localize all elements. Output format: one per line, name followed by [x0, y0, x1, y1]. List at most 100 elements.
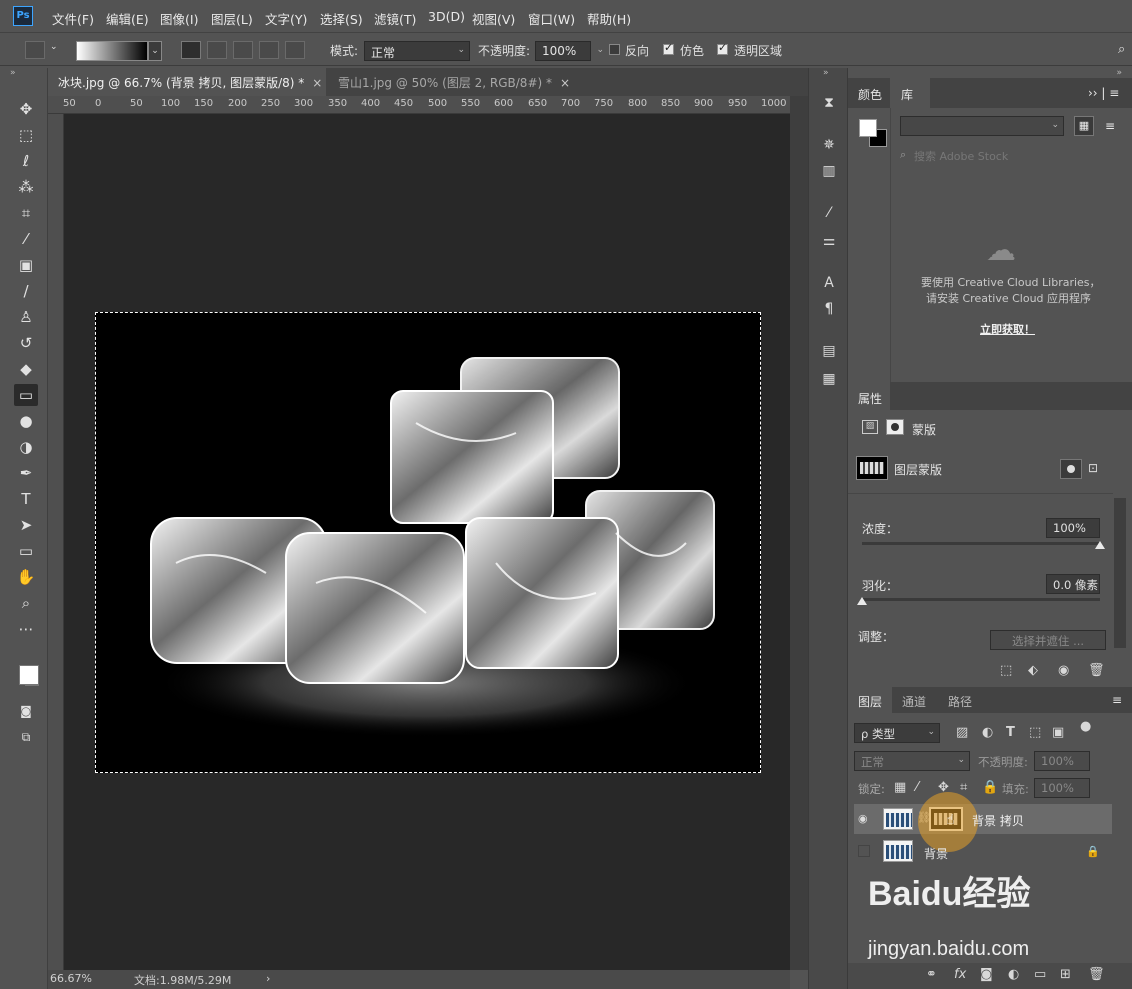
filter-shape-icon[interactable]: ⬚ — [1029, 725, 1041, 740]
apply-mask-icon[interactable]: ⬖ — [1028, 663, 1038, 678]
eye-icon[interactable]: ◉ — [1058, 663, 1069, 678]
notes-panel-icon[interactable]: ▦ — [818, 368, 840, 390]
load-selection-icon[interactable]: ⬚ — [1000, 663, 1012, 678]
filter-smart-object-icon[interactable]: ▣ — [1052, 725, 1064, 740]
reflected-gradient-button[interactable] — [259, 41, 279, 59]
layer-row-background[interactable]: 背景 🔒 — [854, 837, 1112, 867]
grid-view-icon[interactable]: ▦ — [1074, 116, 1094, 136]
menu-file[interactable]: 文件(F) — [52, 9, 94, 28]
eraser-tool-icon[interactable]: ◆ — [14, 358, 38, 380]
tab-layers-label[interactable]: 图层 — [858, 693, 882, 710]
lock-all-icon[interactable]: 🔒 — [982, 780, 998, 795]
document-canvas[interactable] — [95, 312, 761, 773]
crop-tool-icon[interactable]: ⌗ — [14, 202, 38, 224]
eye-icon[interactable]: ◉ — [858, 812, 868, 825]
brush-settings-icon[interactable]: ⁄ — [818, 202, 840, 224]
menu-view[interactable]: 视图(V) — [472, 9, 515, 28]
tab-library-label[interactable]: 库 — [901, 86, 913, 103]
styles-panel-icon[interactable]: ▤ — [818, 340, 840, 362]
list-view-icon[interactable]: ≡ — [1100, 116, 1120, 136]
navigator-icon[interactable]: ✵ — [818, 134, 840, 156]
screen-mode-icon[interactable]: ⧉ — [14, 726, 38, 748]
fill-field[interactable]: 100% — [1034, 778, 1090, 798]
panel-expand-icon[interactable]: ›› | ≡ — [1088, 86, 1119, 100]
type-tool-icon[interactable]: T — [14, 488, 38, 510]
select-pixel-mask-button[interactable] — [1060, 459, 1082, 479]
quick-mask-icon[interactable]: ◙ — [14, 700, 38, 722]
gradient-dropdown-icon[interactable]: ⌄ — [148, 41, 162, 61]
gradient-preview[interactable] — [76, 41, 148, 61]
new-layer-icon[interactable]: ⊞ — [1060, 967, 1071, 982]
tab-snow-mountain-document[interactable]: 雪山1.jpg @ 50% (图层 2, RGB/8#) * × — [328, 68, 570, 96]
delete-layer-icon[interactable]: 🗑 — [1088, 967, 1105, 982]
blend-mode-select[interactable]: 正常 ⌄ — [854, 751, 970, 771]
magic-wand-icon[interactable]: ⁂ — [14, 176, 38, 198]
more-tools-icon[interactable]: ⋯ — [14, 618, 38, 640]
filter-type-icon[interactable]: T — [1006, 725, 1015, 740]
move-tool-icon[interactable]: ✥ — [14, 98, 38, 120]
get-it-now-link[interactable]: 立即获取！ — [980, 321, 1035, 337]
tab-channels[interactable]: 通道 — [902, 693, 926, 710]
marquee-tool-icon[interactable]: ⬚ — [14, 124, 38, 146]
feather-slider-thumb[interactable] — [857, 597, 867, 605]
link-layers-icon[interactable]: ⚭ — [926, 967, 937, 982]
filter-adjustment-icon[interactable]: ◐ — [982, 725, 993, 740]
history-brush-icon[interactable]: ↺ — [14, 332, 38, 354]
select-and-mask-button[interactable]: 选择并遮住 ... — [990, 630, 1106, 650]
feather-slider[interactable] — [862, 598, 1100, 601]
dodge-tool-icon[interactable]: ◑ — [14, 436, 38, 458]
close-icon[interactable]: × — [560, 76, 570, 90]
add-mask-icon[interactable]: ◙ — [980, 967, 993, 982]
tab-paths[interactable]: 路径 — [948, 693, 972, 710]
filter-pixel-icon[interactable]: ▨ — [956, 725, 968, 740]
search-icon[interactable]: ⌕ — [1118, 42, 1125, 57]
eyedropper-icon[interactable]: ⁄ — [14, 228, 38, 250]
zoom-tool-icon[interactable]: ⌕ — [14, 592, 38, 614]
color-panel-foreground-swatch[interactable] — [859, 119, 877, 137]
menu-help[interactable]: 帮助(H) — [587, 9, 631, 28]
delete-mask-icon[interactable]: 🗑 — [1088, 663, 1105, 678]
tab-ice-document[interactable]: 冰块.jpg @ 66.7% (背景 拷贝, 图层蒙版/8) * × — [48, 68, 326, 96]
menu-type[interactable]: 文字(Y) — [265, 9, 307, 28]
radial-gradient-button[interactable] — [207, 41, 227, 59]
layer-name[interactable]: 背景 拷贝 — [972, 812, 1024, 829]
layers-menu-icon[interactable]: ≡ — [1112, 693, 1122, 707]
menu-select[interactable]: 选择(S) — [320, 9, 363, 28]
new-group-icon[interactable]: ▭ — [1034, 967, 1046, 982]
menu-3d[interactable]: 3D(D) — [428, 9, 465, 24]
density-field[interactable]: 100% — [1046, 518, 1100, 538]
lock-paint-icon[interactable]: ⁄ — [916, 780, 918, 795]
canvas-scrollbar[interactable] — [790, 96, 808, 970]
add-vector-mask-icon[interactable]: ⊡ — [1088, 461, 1098, 475]
collapse-icon[interactable]: » — [10, 68, 16, 78]
new-adjustment-layer-icon[interactable]: ◐ — [1008, 967, 1019, 982]
path-selection-icon[interactable]: ➤ — [14, 514, 38, 536]
pen-tool-icon[interactable]: ✒ — [14, 462, 38, 484]
opacity-field[interactable]: 100% ⌄ — [535, 41, 604, 61]
collapse-icon[interactable]: » — [823, 68, 829, 78]
filter-toggle-icon[interactable]: ● — [1080, 719, 1091, 734]
transparency-checkbox[interactable] — [717, 41, 728, 55]
layer-name[interactable]: 背景 — [924, 845, 948, 862]
tab-color[interactable]: 颜色 — [858, 86, 882, 103]
linear-gradient-button[interactable] — [181, 41, 201, 59]
menu-image[interactable]: 图像(I) — [160, 9, 198, 28]
library-search-input[interactable]: 搜索 Adobe Stock — [914, 148, 1008, 164]
healing-brush-icon[interactable]: ▣ — [14, 254, 38, 276]
angle-gradient-button[interactable] — [233, 41, 253, 59]
lock-transparent-icon[interactable]: ▦ — [894, 780, 906, 795]
history-panel-icon[interactable]: ⧗ — [818, 92, 840, 114]
tool-preset-icon[interactable] — [25, 41, 45, 59]
lock-artboard-icon[interactable]: ⌗ — [960, 780, 967, 795]
collapse-icon[interactable]: » — [1116, 68, 1122, 78]
density-slider[interactable] — [862, 542, 1100, 545]
lasso-tool-icon[interactable]: ℓ — [14, 150, 38, 172]
blur-tool-icon[interactable]: ● — [14, 410, 38, 432]
reverse-checkbox[interactable] — [609, 44, 620, 55]
layer-opacity-field[interactable]: 100% — [1034, 751, 1090, 771]
pixel-mask-image-icon[interactable]: ▨ — [862, 420, 878, 434]
brush-tool-icon[interactable]: / — [14, 280, 38, 302]
layer-filter-select[interactable]: ρ 类型 ⌄ — [854, 723, 940, 743]
layer-mask-icon[interactable] — [886, 419, 904, 435]
rectangle-tool-icon[interactable]: ▭ — [14, 540, 38, 562]
